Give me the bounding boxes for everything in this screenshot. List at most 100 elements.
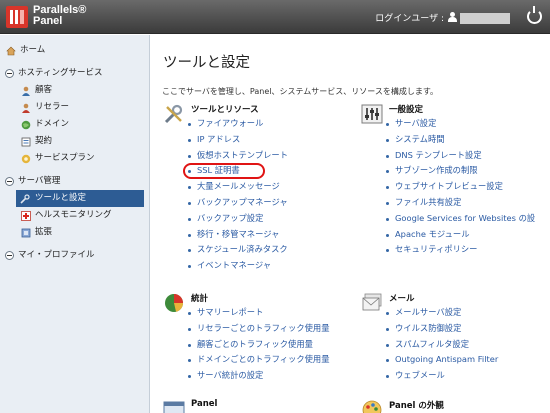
list-item: バックアップ設定	[187, 211, 288, 227]
webmail-link[interactable]: ウェブメール	[395, 370, 445, 380]
collapse-icon[interactable]	[5, 177, 14, 186]
list-item: メールサーバ設定	[385, 305, 498, 321]
virtual-host-template-link[interactable]: 仮想ホストテンプレート	[197, 150, 288, 160]
list-item: リセラーごとのトラフィック使用量	[187, 321, 330, 337]
list-item: 顧客ごとのトラフィック使用量	[187, 337, 330, 353]
sidebar-item-extensions[interactable]: 拡張	[0, 224, 149, 241]
page-description: ここでサーバを管理し、Panel、システムサービス、リソースを構成します。	[162, 87, 439, 96]
sidebar-item-tools-settings[interactable]: ツールと設定	[16, 190, 144, 207]
mail-server-settings-link[interactable]: メールサーバ設定	[395, 307, 461, 317]
list-item: スパムフィルタ設定	[385, 337, 498, 353]
sidebar-item-label: リセラー	[35, 102, 70, 112]
login-user[interactable]: ログインユーザ :	[375, 11, 510, 24]
antivirus-settings-link[interactable]: ウイルス防御設定	[395, 323, 461, 333]
collapse-icon[interactable]	[5, 251, 14, 260]
summary-report-link[interactable]: サマリーレポート	[197, 307, 263, 317]
traffic-by-domain-link[interactable]: ドメインごとのトラフィック使用量	[197, 354, 330, 364]
list-item: 移行・移管マネージャ	[187, 227, 288, 243]
list-item: セキュリティポリシー	[385, 242, 535, 258]
sidebar-item-label: サービスプラン	[35, 153, 95, 163]
spam-filter-settings-link[interactable]: スパムフィルタ設定	[395, 339, 469, 349]
sidebar-item-label: ホーム	[20, 45, 46, 55]
tools-resources-icon	[164, 104, 183, 124]
sidebar-item-domains[interactable]: ドメイン	[0, 116, 149, 133]
general-settings-icon	[361, 104, 383, 124]
health-cross-icon	[21, 211, 31, 221]
sidebar: ホーム ホスティングサービス 顧客 リセラー ドメイン 契約 サービスプラン サ…	[0, 35, 150, 413]
sidebar-item-label: ツールと設定	[35, 193, 87, 203]
sidebar-section-label: マイ・プロファイル	[18, 250, 95, 260]
tools-links: ファイアウォール IP アドレス 仮想ホストテンプレート SSL 証明書 大量メ…	[187, 116, 288, 274]
website-preview-link[interactable]: ウェブサイトプレビュー設定	[395, 181, 503, 191]
group-title: 一般設定	[389, 105, 424, 115]
group-title: Panel の外観	[389, 401, 444, 411]
service-plan-icon	[21, 154, 31, 164]
sidebar-section-label: ホスティングサービス	[18, 68, 103, 78]
customer-icon	[22, 86, 30, 96]
server-stats-settings-link[interactable]: サーバ統計の設定	[197, 370, 263, 380]
sidebar-section-server[interactable]: サーバ管理	[0, 173, 149, 190]
sidebar-item-home[interactable]: ホーム	[0, 42, 149, 59]
group-title: 統計	[191, 294, 209, 304]
scheduled-tasks-link[interactable]: スケジュール済みタスク	[197, 244, 288, 254]
security-policy-link[interactable]: セキュリティポリシー	[395, 244, 477, 254]
list-item: システム時間	[385, 132, 535, 148]
event-manager-link[interactable]: イベントマネージャ	[197, 260, 271, 270]
ip-addresses-link[interactable]: IP アドレス	[197, 134, 240, 144]
list-item: バックアップマネージャ	[187, 195, 288, 211]
list-item: Google Services for Websites の設	[385, 211, 535, 227]
list-item: 仮想ホストテンプレート	[187, 148, 288, 164]
sidebar-section-label: サーバ管理	[18, 176, 61, 186]
list-item: イベントマネージャ	[187, 258, 288, 274]
google-services-link[interactable]: Google Services for Websites の設	[395, 213, 535, 223]
file-sharing-link[interactable]: ファイル共有設定	[395, 197, 461, 207]
migration-manager-link[interactable]: 移行・移管マネージャ	[197, 229, 279, 239]
sidebar-item-label: 拡張	[35, 227, 53, 237]
server-settings-link[interactable]: サーバ設定	[395, 118, 436, 128]
mass-email-link[interactable]: 大量メールメッセージ	[197, 181, 280, 191]
group-title: ツールとリソース	[191, 105, 259, 115]
reseller-icon	[22, 103, 30, 113]
sidebar-item-label: ヘルスモニタリング	[35, 210, 112, 220]
outgoing-antispam-link[interactable]: Outgoing Antispam Filter	[395, 354, 498, 364]
traffic-by-customer-link[interactable]: 顧客ごとのトラフィック使用量	[197, 339, 313, 349]
list-item: ウェブサイトプレビュー設定	[385, 179, 535, 195]
list-item: ウイルス防御設定	[385, 321, 498, 337]
system-time-link[interactable]: システム時間	[395, 134, 445, 144]
parallels-logo-icon	[6, 6, 28, 28]
list-item: DNS テンプレート設定	[385, 148, 535, 164]
tools-icon	[20, 194, 30, 204]
list-item: スケジュール済みタスク	[187, 242, 288, 258]
home-icon	[6, 46, 16, 56]
sidebar-item-service-plans[interactable]: サービスプラン	[0, 150, 149, 167]
list-item: サブゾーン作成の制限	[385, 163, 535, 179]
logout-power-icon[interactable]	[527, 6, 542, 24]
apache-modules-link[interactable]: Apache モジュール	[395, 229, 470, 239]
sidebar-section-hosting[interactable]: ホスティングサービス	[0, 65, 149, 82]
sidebar-item-health-monitoring[interactable]: ヘルスモニタリング	[0, 207, 149, 224]
appearance-palette-icon	[362, 400, 382, 413]
collapse-icon[interactable]	[5, 69, 14, 78]
traffic-by-reseller-link[interactable]: リセラーごとのトラフィック使用量	[197, 323, 330, 333]
sidebar-item-label: ドメイン	[35, 119, 70, 129]
group-title: Panel	[191, 399, 218, 409]
sidebar-item-label: 顧客	[35, 85, 53, 95]
stats-links: サマリーレポート リセラーごとのトラフィック使用量 顧客ごとのトラフィック使用量…	[187, 305, 330, 384]
sidebar-section-my-profile[interactable]: マイ・プロファイル	[0, 247, 149, 264]
main-content: ツールと設定 ここでサーバを管理し、Panel、システムサービス、リソースを構成…	[151, 35, 550, 413]
backup-settings-link[interactable]: バックアップ設定	[197, 213, 263, 223]
sidebar-item-subscriptions[interactable]: 契約	[0, 133, 149, 150]
subzone-restriction-link[interactable]: サブゾーン作成の制限	[395, 165, 478, 175]
sidebar-item-label: 契約	[35, 136, 53, 146]
general-links: サーバ設定 システム時間 DNS テンプレート設定 サブゾーン作成の制限 ウェブ…	[385, 116, 535, 258]
list-item: サーバ設定	[385, 116, 535, 132]
list-item: サマリーレポート	[187, 305, 330, 321]
panel-icon	[163, 401, 185, 413]
dns-template-link[interactable]: DNS テンプレート設定	[395, 150, 482, 160]
list-item: ファイル共有設定	[385, 195, 535, 211]
sidebar-item-resellers[interactable]: リセラー	[0, 99, 149, 116]
sidebar-item-customers[interactable]: 顧客	[0, 82, 149, 99]
backup-manager-link[interactable]: バックアップマネージャ	[197, 197, 288, 207]
firewall-link[interactable]: ファイアウォール	[197, 118, 263, 128]
list-item: 大量メールメッセージ	[187, 179, 288, 195]
